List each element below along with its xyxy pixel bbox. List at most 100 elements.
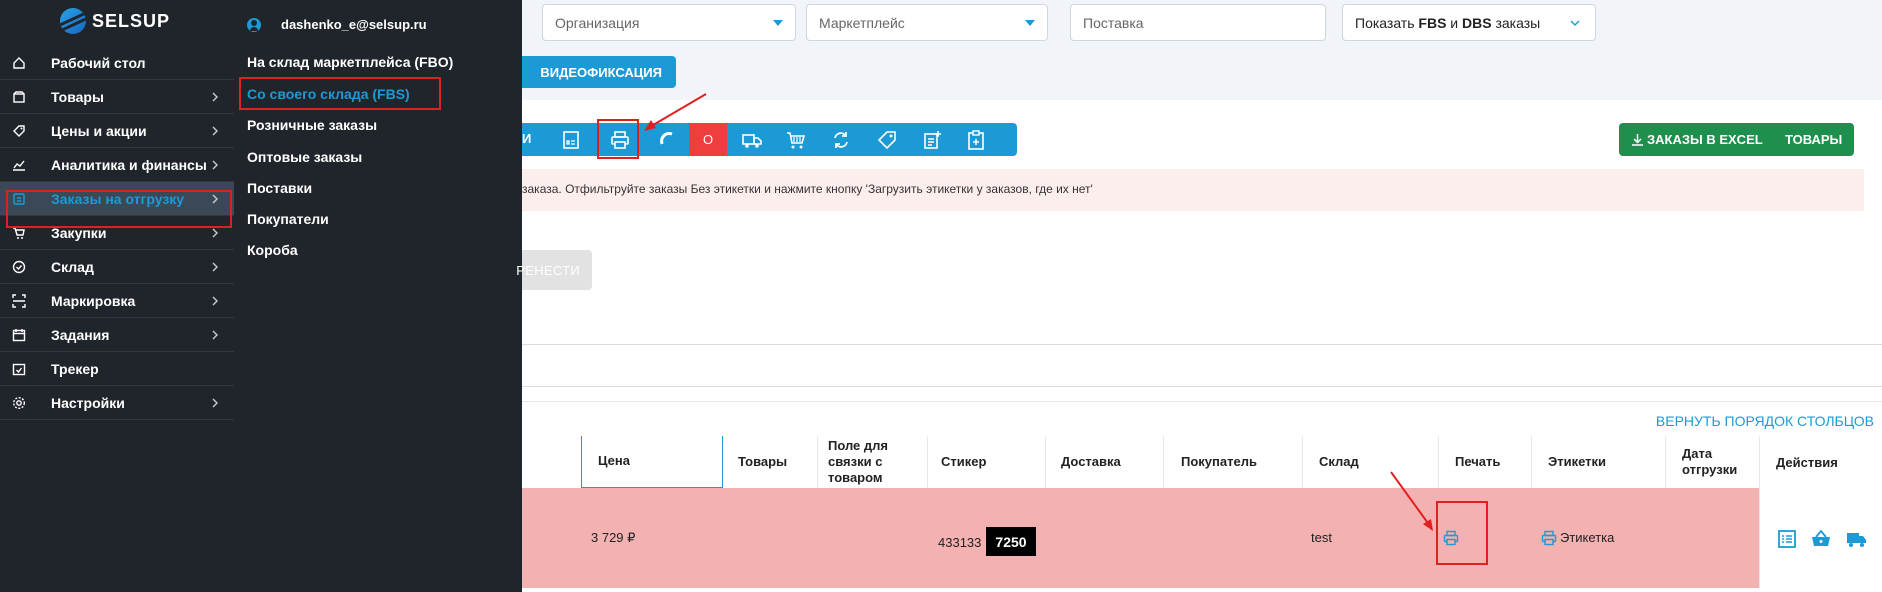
sidebar-item-products[interactable]: Товары: [0, 80, 234, 114]
chart-icon: [12, 158, 26, 172]
show-and: и: [1446, 14, 1463, 31]
toolbar-cut-label[interactable]: И: [522, 131, 531, 146]
column-header-price[interactable]: Цена: [581, 436, 723, 488]
chevron-right-icon: [208, 124, 222, 138]
fbs-dbs-label: Показать FBS и DBS заказы: [1355, 15, 1540, 31]
supply-placeholder: Поставка: [1083, 14, 1144, 31]
submenu-item-boxes[interactable]: Короба: [247, 242, 298, 258]
scan-icon: [12, 293, 26, 308]
column-header-link-field[interactable]: Поле для связки с товаром: [817, 436, 917, 488]
orders-icon: [12, 192, 26, 206]
show-prefix: Показать: [1355, 14, 1419, 31]
truck-icon[interactable]: [1846, 528, 1868, 550]
sidebar-item-warehouse[interactable]: Склад: [0, 250, 234, 284]
chevron-down-icon: [1569, 17, 1581, 29]
divider: [522, 386, 1882, 387]
orders-submenu: dashenko_e@selsup.ru На склад маркетплей…: [234, 0, 522, 592]
chevron-right-icon: [208, 294, 222, 308]
sidebar-item-label: Цены и акции: [51, 122, 147, 139]
submenu-item-wholesale[interactable]: Оптовые заказы: [247, 149, 362, 165]
sidebar-item-tasks[interactable]: Задания: [0, 318, 234, 352]
cart-icon: [12, 226, 26, 240]
cell-sticker-number: 433133: [938, 535, 982, 550]
status-button[interactable]: О: [689, 123, 727, 156]
cell-price: 3 729 ₽: [591, 530, 636, 545]
basket-icon[interactable]: [1810, 528, 1832, 550]
submenu-item-retail[interactable]: Розничные заказы: [247, 117, 377, 133]
logo-text: SELSUP: [92, 10, 171, 31]
chevron-right-icon: [208, 328, 222, 342]
sidebar-item-settings[interactable]: Настройки: [0, 386, 234, 420]
truck-icon: [741, 129, 763, 151]
label-link[interactable]: Этикетка: [1560, 530, 1614, 545]
show-fbs: FBS: [1418, 14, 1447, 31]
note-add-button[interactable]: [909, 123, 954, 156]
column-header-actions: Действия: [1759, 436, 1882, 488]
sidebar-item-orders[interactable]: Заказы на отгрузку: [0, 182, 234, 216]
sidebar-item-purchases[interactable]: Закупки: [0, 216, 234, 250]
caret-down-icon: [1025, 20, 1035, 26]
video-button[interactable]: ВИДЕОФИКСАЦИЯ: [522, 56, 676, 88]
user-email: dashenko_e@selsup.ru: [281, 17, 427, 32]
column-header-buyer[interactable]: Покупатель: [1163, 436, 1303, 488]
user-profile[interactable]: dashenko_e@selsup.ru: [247, 17, 427, 32]
refresh-curve-icon: [655, 129, 677, 151]
sidebar-item-marking[interactable]: Маркировка: [0, 284, 234, 318]
restore-columns-link[interactable]: ВЕРНУТЬ ПОРЯДОК СТОЛБЦОВ: [1656, 413, 1874, 429]
dashboard-icon: [12, 56, 26, 70]
alert-message: заказа. Отфильтруйте заказы Без этикетки…: [522, 169, 1864, 211]
print-button[interactable]: [597, 123, 642, 156]
print-icon[interactable]: [1541, 530, 1557, 546]
chevron-right-icon: [208, 226, 222, 240]
sync-button[interactable]: [818, 123, 863, 156]
chevron-right-icon: [208, 192, 222, 206]
print-icon[interactable]: [1443, 530, 1459, 546]
download-icon: [1632, 134, 1643, 146]
sidebar-item-label: Заказы на отгрузку: [51, 190, 185, 207]
logo[interactable]: SELSUP: [60, 8, 170, 34]
goods-button[interactable]: ТОВАРЫ: [1785, 132, 1842, 147]
check-circle-icon: [12, 260, 26, 274]
column-header-delivery[interactable]: Доставка: [1045, 436, 1161, 488]
divider: [522, 401, 1882, 402]
gear-icon: [12, 396, 26, 410]
marketplace-select[interactable]: Маркетплейс: [806, 4, 1048, 41]
submenu-item-fbs[interactable]: Со своего склада (FBS): [247, 86, 410, 102]
cell-warehouse: test: [1311, 530, 1332, 545]
caret-down-icon: [773, 20, 783, 26]
note-add-icon: [921, 129, 943, 151]
organization-select[interactable]: Организация: [542, 4, 796, 41]
clipboard-icon: [965, 129, 987, 151]
selsup-logo-icon: [60, 8, 86, 34]
column-header-labels[interactable]: Этикетки: [1531, 436, 1665, 488]
basket-icon: [785, 129, 807, 151]
basket-button[interactable]: [773, 123, 818, 156]
export-excel-button[interactable]: ЗАКАЗЫ В EXCEL: [1631, 132, 1763, 147]
column-header-warehouse[interactable]: Склад: [1302, 436, 1438, 488]
chevron-right-icon: [208, 90, 222, 104]
sidebar-item-tracker[interactable]: Трекер: [0, 352, 234, 386]
column-header-goods[interactable]: Товары: [723, 436, 817, 488]
export-button-group: ЗАКАЗЫ В EXCEL ТОВАРЫ: [1619, 123, 1854, 156]
submenu-item-supplies[interactable]: Поставки: [247, 180, 312, 196]
refresh-curve-button[interactable]: [643, 123, 688, 156]
sidebar-item-label: Склад: [51, 258, 94, 275]
details-icon[interactable]: [1776, 528, 1798, 550]
clipboard-button[interactable]: [953, 123, 998, 156]
move-button[interactable]: РЕНЕСТИ: [516, 250, 592, 290]
column-header-sticker[interactable]: Стикер: [927, 436, 1045, 488]
sidebar-item-dashboard[interactable]: Рабочий стол: [0, 46, 234, 80]
calendar-icon: [12, 328, 26, 342]
column-header-print[interactable]: Печать: [1438, 436, 1531, 488]
submenu-item-buyers[interactable]: Покупатели: [247, 211, 329, 227]
sidebar-item-analytics[interactable]: Аналитика и финансы: [0, 148, 234, 182]
truck-button[interactable]: [729, 123, 774, 156]
fbs-dbs-select[interactable]: Показать FBS и DBS заказы: [1342, 4, 1596, 41]
pdf-button[interactable]: [548, 123, 593, 156]
tag-button[interactable]: [864, 123, 909, 156]
supply-input[interactable]: Поставка: [1070, 4, 1326, 41]
submenu-item-fbo[interactable]: На склад маркетплейса (FBO): [247, 54, 453, 70]
export-excel-label: ЗАКАЗЫ В EXCEL: [1647, 132, 1763, 147]
sidebar-item-prices[interactable]: Цены и акции: [0, 114, 234, 148]
column-header-ship-date[interactable]: Дата отгрузки: [1665, 436, 1759, 488]
